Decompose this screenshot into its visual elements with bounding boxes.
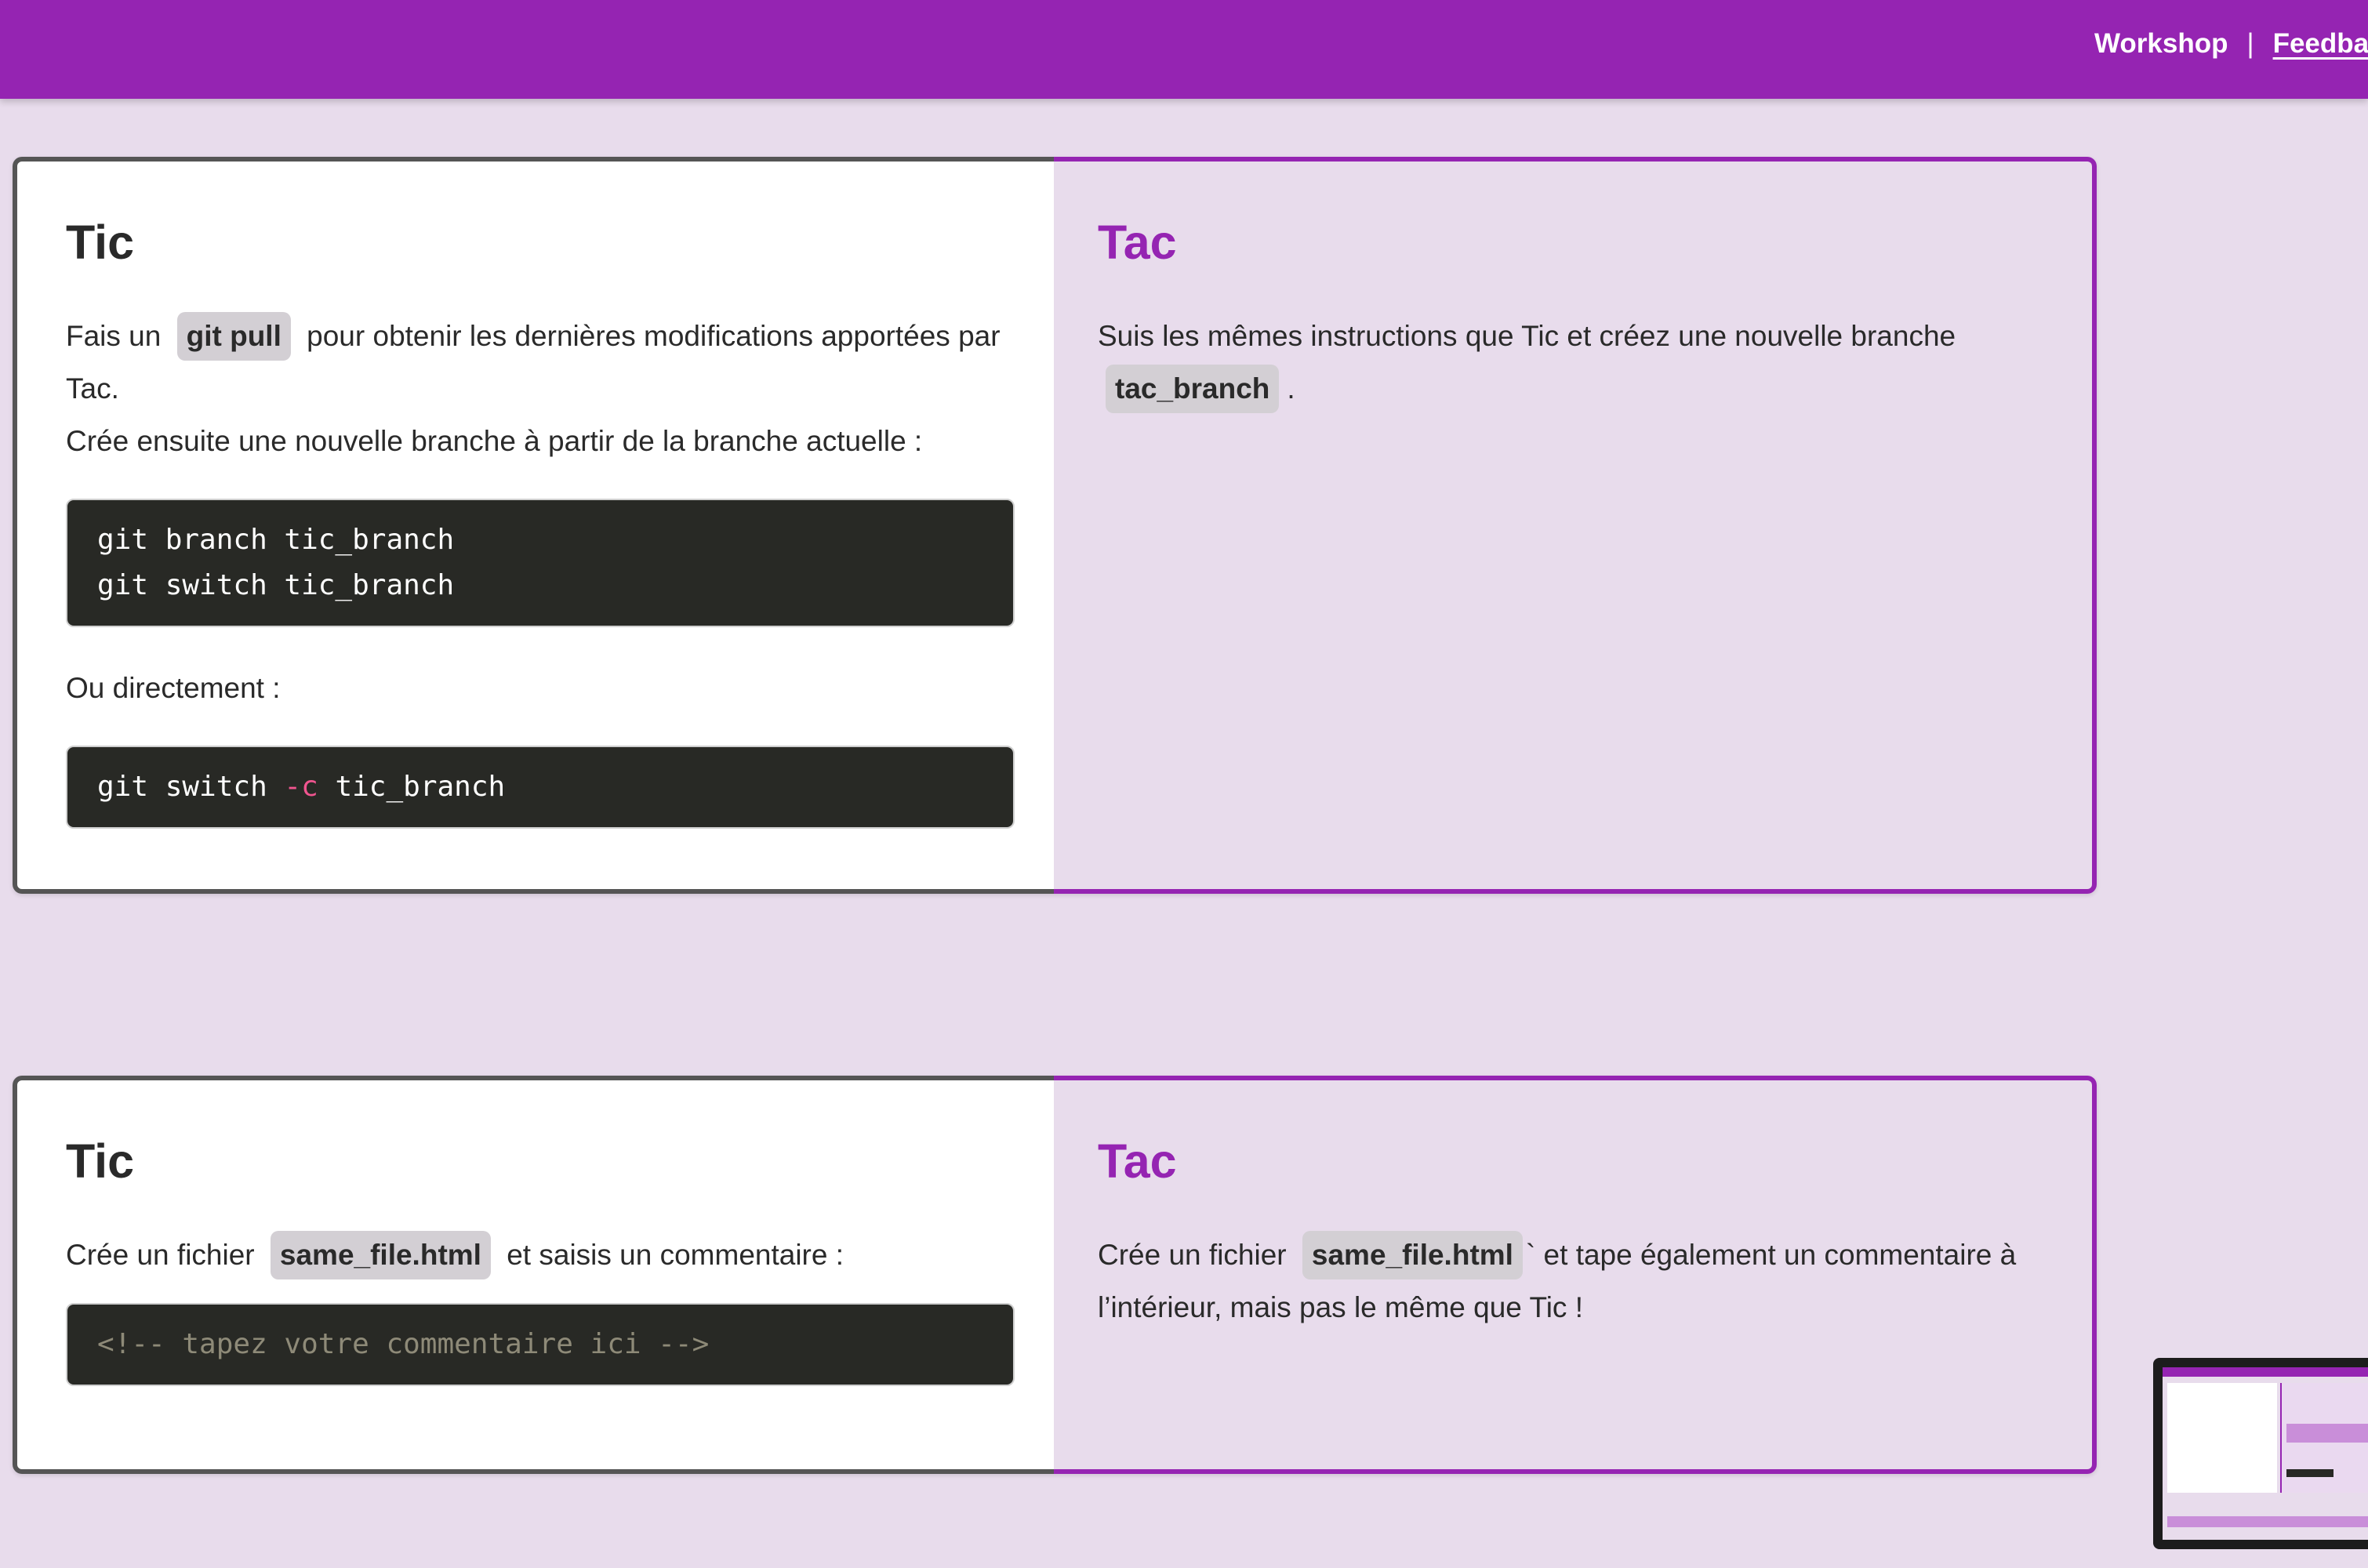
thumbnail-highlight (2286, 1424, 2368, 1443)
code-line: git branch tic_branch (97, 524, 455, 557)
thumbnail-bar (2163, 1367, 2368, 1377)
thumbnail-bottom-band (2167, 1516, 2368, 1527)
code-flag: -c (284, 771, 318, 804)
exercise-card-branch: Tic Fais un git pull pour obtenir les de… (13, 157, 2097, 894)
top-nav: Workshop | Feedba (2094, 28, 2368, 60)
tac-column: Tac Suis les mêmes instructions que Tic … (1054, 157, 2097, 894)
nav-separator: | (2246, 28, 2254, 59)
tic-column: Tic Crée un fichier same_file.html et sa… (13, 1076, 1054, 1474)
tic-alternative: Ou directement : (66, 672, 281, 705)
thumbnail-tic-panel (2167, 1383, 2277, 1493)
inline-code-git-pull: git pull (176, 312, 291, 361)
tic-column: Tic Fais un git pull pour obtenir les de… (13, 157, 1054, 894)
tac-text: Crée un fichier same_file.html ` et tape … (1098, 1229, 2045, 1334)
tac-column: Tac Crée un fichier same_file.html ` et t… (1054, 1076, 2097, 1474)
tac-title: Tac (1098, 216, 1177, 269)
tic-instruction: Crée ensuite une nouvelle branche à part… (66, 425, 923, 458)
tic-intro: Fais un git pull pour obtenir les derniè… (66, 310, 1011, 415)
thumbnail-content (2163, 1367, 2368, 1540)
page-preview-thumbnail[interactable] (2153, 1358, 2368, 1549)
tac-text: Suis les mêmes instructions que Tic et c… (1098, 310, 2045, 415)
tic-title: Tic (66, 216, 135, 269)
top-bar: Workshop | Feedba (0, 0, 2368, 99)
code-line: git switch tic_branch (97, 569, 455, 602)
code-block-branch[interactable]: git branch tic_branch git switch tic_bra… (66, 499, 1015, 628)
nav-feedback-link[interactable]: Feedba (2273, 28, 2368, 59)
nav-workshop[interactable]: Workshop (2094, 28, 2228, 59)
tic-title: Tic (66, 1134, 135, 1188)
inline-code-filename: same_file.html (270, 1231, 491, 1280)
thumbnail-code (2286, 1469, 2333, 1477)
tac-title: Tac (1098, 1134, 1177, 1188)
inline-code-tac-branch: tac_branch (1106, 365, 1280, 414)
code-line: git switch -c tic_branch (97, 771, 506, 804)
code-block-switch[interactable]: git switch -c tic_branch (66, 746, 1015, 829)
tic-text: Crée un fichier same_file.html et saisis… (66, 1229, 1011, 1281)
code-line: <!-- tapez votre commentaire ici --> (97, 1328, 710, 1361)
code-block-comment[interactable]: <!-- tapez votre commentaire ici --> (66, 1303, 1015, 1387)
exercise-card-file: Tic Crée un fichier same_file.html et sa… (13, 1076, 2097, 1474)
inline-code-filename: same_file.html (1302, 1231, 1523, 1280)
